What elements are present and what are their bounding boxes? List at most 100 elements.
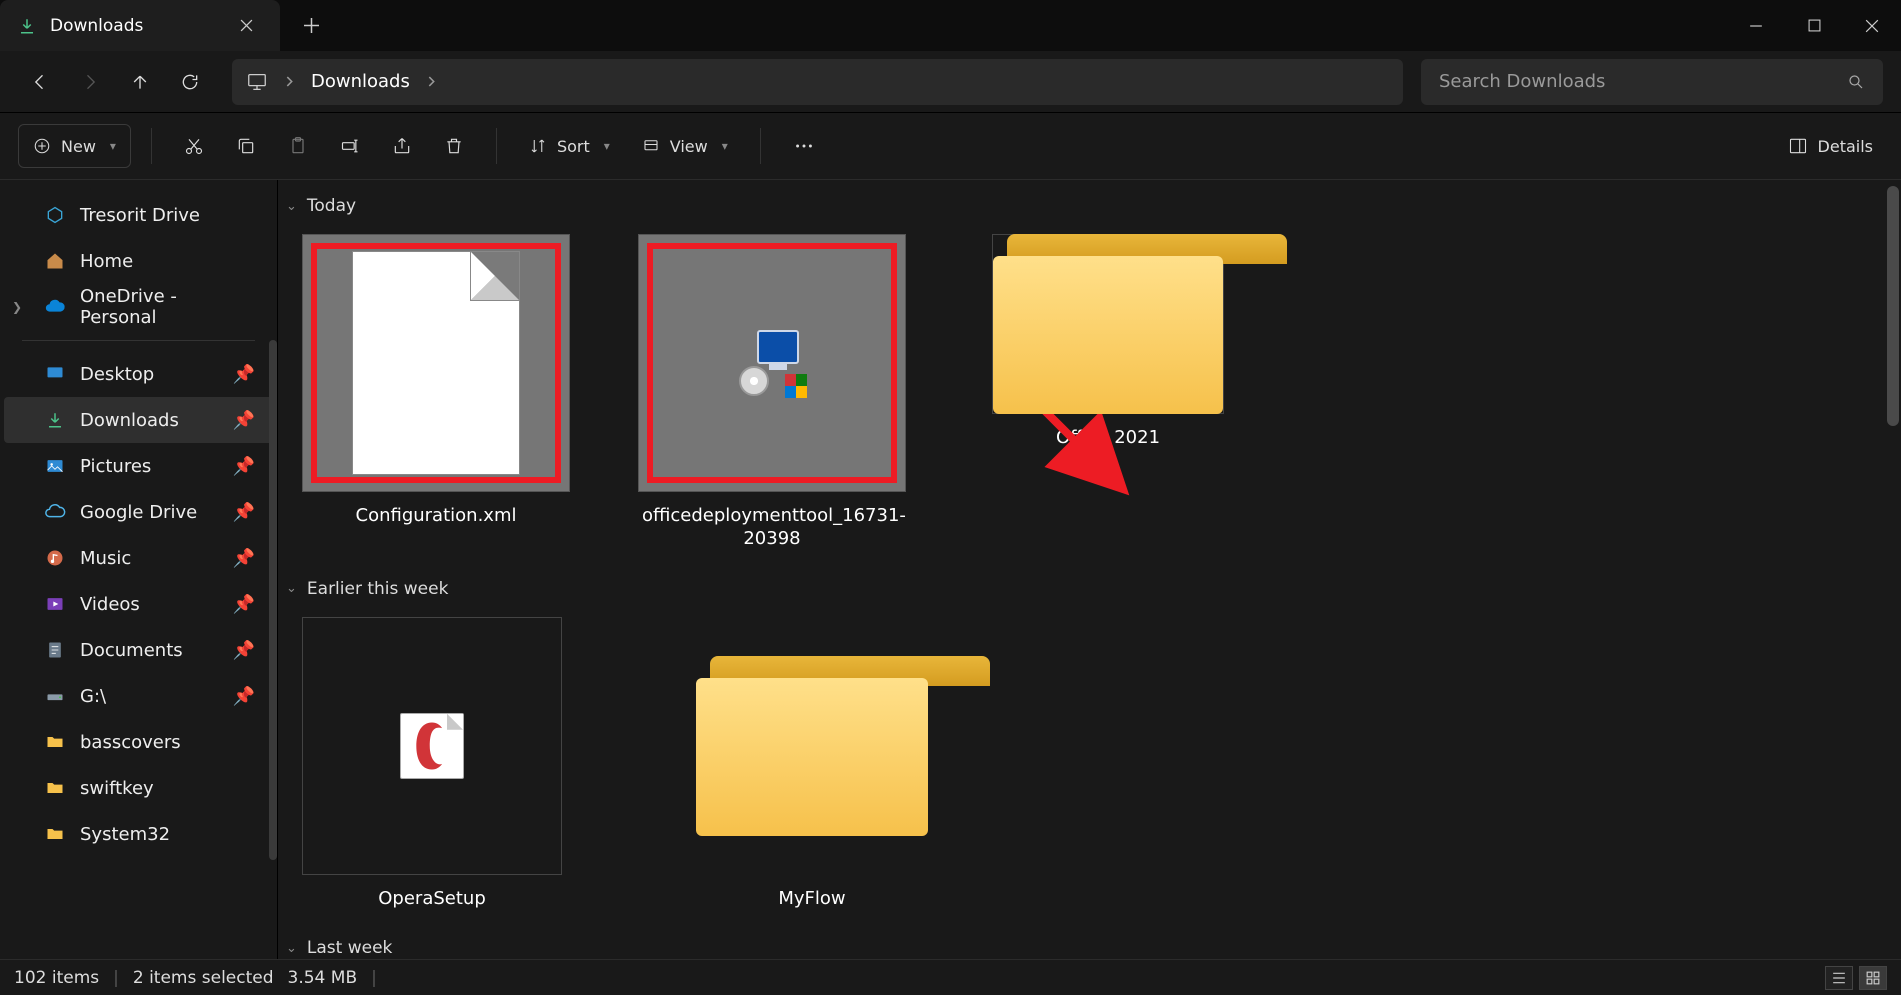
- sidebar-item-downloads[interactable]: Downloads 📌: [4, 397, 273, 443]
- documents-icon: [44, 639, 66, 661]
- file-item[interactable]: Configuration.xml: [302, 234, 570, 551]
- group-header-today[interactable]: ⌄ Today: [286, 188, 1873, 224]
- sidebar-item-label: G:\: [80, 686, 106, 707]
- folder-icon: [993, 234, 1223, 414]
- file-thumbnail: [992, 234, 1224, 414]
- separator: [22, 340, 255, 341]
- onedrive-icon: [44, 296, 66, 318]
- sidebar-item-label: Pictures: [80, 456, 151, 477]
- file-item[interactable]: Office 2021: [974, 234, 1242, 551]
- pin-icon: 📌: [233, 502, 255, 523]
- sidebar-item-label: Desktop: [80, 364, 154, 385]
- cloud-icon: [44, 501, 66, 523]
- search-input[interactable]: [1439, 71, 1847, 92]
- back-button[interactable]: [18, 60, 62, 104]
- pin-icon: 📌: [233, 594, 255, 615]
- titlebar: Downloads: [0, 0, 1901, 51]
- opera-installer-icon: [400, 713, 464, 779]
- delete-button[interactable]: [432, 124, 476, 168]
- folder-icon: [44, 731, 66, 753]
- pictures-icon: [44, 455, 66, 477]
- chevron-right-icon[interactable]: ❯: [12, 300, 22, 314]
- installer-exe-icon: [739, 330, 805, 396]
- file-thumbnail: [638, 234, 906, 492]
- chevron-down-icon: ▾: [604, 139, 610, 153]
- sidebar-item-label: Documents: [80, 640, 183, 661]
- address-bar[interactable]: Downloads: [232, 59, 1403, 105]
- group-title: Earlier this week: [307, 579, 449, 599]
- view-details-button[interactable]: [1825, 966, 1853, 990]
- sort-button[interactable]: Sort ▾: [517, 124, 622, 168]
- status-selection: 2 items selected: [133, 968, 274, 988]
- sidebar-item-folder[interactable]: swiftkey: [4, 765, 273, 811]
- forward-button[interactable]: [68, 60, 112, 104]
- address-segment[interactable]: Downloads: [311, 71, 410, 92]
- sidebar-item-drive-g[interactable]: G:\ 📌: [4, 673, 273, 719]
- separator: [760, 128, 761, 164]
- pin-icon: 📌: [233, 456, 255, 477]
- sidebar-item-label: System32: [80, 824, 170, 845]
- new-button[interactable]: New ▾: [18, 124, 131, 168]
- sidebar-item-desktop[interactable]: Desktop 📌: [4, 351, 273, 397]
- chevron-down-icon: ▾: [110, 139, 116, 153]
- sidebar-item-pictures[interactable]: Pictures 📌: [4, 443, 273, 489]
- sidebar-item-label: Home: [80, 251, 133, 272]
- toolbar: New ▾ Sort ▾ View ▾ Details: [0, 113, 1901, 180]
- status-bar: 102 items | 2 items selected 3.54 MB |: [0, 959, 1901, 995]
- sidebar-item-documents[interactable]: Documents 📌: [4, 627, 273, 673]
- sidebar-scrollbar[interactable]: [269, 340, 277, 860]
- sort-label: Sort: [557, 137, 590, 156]
- group-header-lastweek[interactable]: ⌄ Last week: [286, 930, 1873, 959]
- file-item[interactable]: officedeploymenttool_16731-20398: [638, 234, 906, 551]
- pin-icon: 📌: [233, 548, 255, 569]
- sidebar-item-music[interactable]: Music 📌: [4, 535, 273, 581]
- file-name: Office 2021: [1056, 426, 1160, 449]
- up-button[interactable]: [118, 60, 162, 104]
- sidebar-item-videos[interactable]: Videos 📌: [4, 581, 273, 627]
- rename-button[interactable]: [328, 124, 372, 168]
- sidebar-item-home[interactable]: Home: [4, 238, 273, 284]
- new-tab-button[interactable]: [292, 0, 330, 51]
- file-item[interactable]: MyFlow: [692, 617, 932, 910]
- more-button[interactable]: [781, 124, 827, 168]
- share-button[interactable]: [380, 124, 424, 168]
- status-size: 3.54 MB: [288, 968, 358, 988]
- sidebar-item-label: Google Drive: [80, 502, 197, 523]
- search-box[interactable]: [1421, 59, 1883, 105]
- chevron-right-icon[interactable]: [282, 76, 297, 87]
- sidebar-item-folder[interactable]: basscovers: [4, 719, 273, 765]
- sidebar-item-label: swiftkey: [80, 778, 154, 799]
- sidebar-item-folder[interactable]: System32: [4, 811, 273, 857]
- details-pane-button[interactable]: Details: [1778, 124, 1883, 168]
- file-list[interactable]: ⌄ Today Configuration.xml offi: [278, 180, 1901, 959]
- window-tab[interactable]: Downloads: [0, 0, 280, 51]
- file-thumbnail: [692, 617, 932, 875]
- separator: [496, 128, 497, 164]
- sidebar-item-label: Videos: [80, 594, 140, 615]
- folder-icon: [44, 777, 66, 799]
- sidebar-item-gdrive[interactable]: Google Drive 📌: [4, 489, 273, 535]
- view-button[interactable]: View ▾: [630, 124, 740, 168]
- maximize-button[interactable]: [1785, 0, 1843, 51]
- sidebar-item-tresorit[interactable]: Tresorit Drive: [4, 192, 273, 238]
- folder-icon: [44, 823, 66, 845]
- view-thumbnails-button[interactable]: [1859, 966, 1887, 990]
- paste-button[interactable]: [276, 124, 320, 168]
- cut-button[interactable]: [172, 124, 216, 168]
- file-thumbnail: [302, 234, 570, 492]
- copy-button[interactable]: [224, 124, 268, 168]
- sidebar-item-onedrive[interactable]: ❯ OneDrive - Personal: [4, 284, 273, 330]
- close-window-button[interactable]: [1843, 0, 1901, 51]
- chevron-down-icon: ▾: [722, 139, 728, 153]
- group-header-earlier[interactable]: ⌄ Earlier this week: [286, 571, 1873, 607]
- tab-close-button[interactable]: [234, 14, 258, 38]
- minimize-button[interactable]: [1727, 0, 1785, 51]
- pin-icon: 📌: [233, 640, 255, 661]
- folder-icon: [696, 656, 928, 836]
- sidebar-item-label: Music: [80, 548, 131, 569]
- file-item[interactable]: OperaSetup: [302, 617, 562, 910]
- refresh-button[interactable]: [168, 60, 212, 104]
- chevron-right-icon[interactable]: [424, 76, 439, 87]
- content-scrollbar[interactable]: [1887, 186, 1899, 426]
- group-title: Last week: [307, 938, 392, 958]
